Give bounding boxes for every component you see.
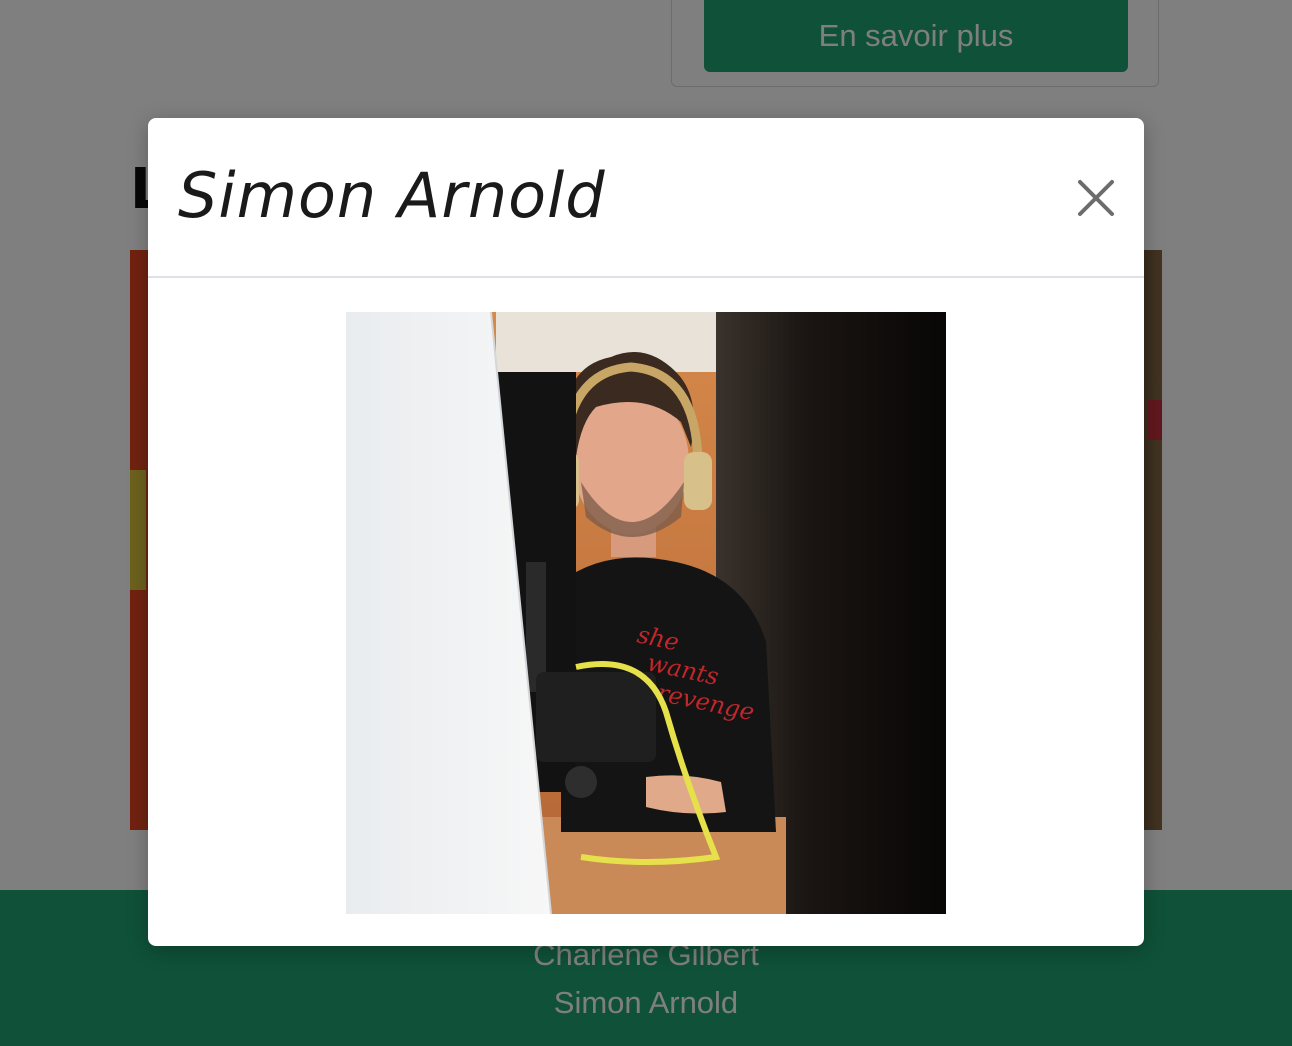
modal-body: she wants revenge <box>148 278 1144 946</box>
close-button[interactable] <box>1066 168 1126 228</box>
profile-modal: Simon Arnold she wants revenge <box>148 118 1144 946</box>
modal-header: Simon Arnold <box>148 118 1144 278</box>
portrait-photo: she wants revenge <box>346 312 946 914</box>
close-icon <box>1066 168 1126 228</box>
modal-title: Simon Arnold <box>178 159 606 232</box>
